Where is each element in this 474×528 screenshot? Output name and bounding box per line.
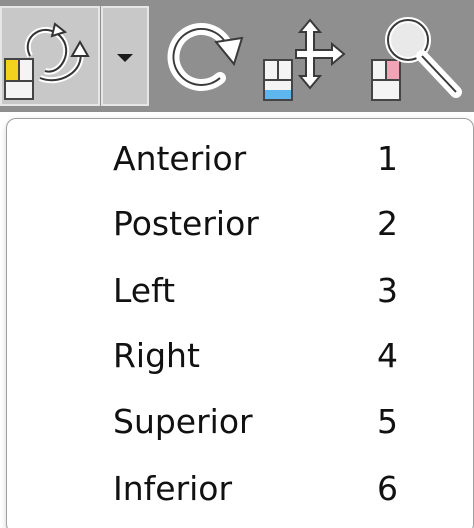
menu-item-shortcut: 6	[377, 469, 398, 508]
pan-move-icon	[263, 18, 346, 101]
menu-item-shortcut: 4	[377, 336, 398, 375]
orientation-cube-icon	[4, 22, 90, 100]
toolbar	[0, 0, 474, 112]
chevron-down-icon	[117, 54, 133, 62]
rotate-icon	[167, 23, 244, 91]
pan-button[interactable]	[258, 6, 358, 106]
menu-item-shortcut: 2	[377, 204, 398, 243]
menu-item-left[interactable]: Left 3	[7, 259, 473, 323]
menu-item-right[interactable]: Right 4	[7, 324, 473, 388]
menu-item-shortcut: 3	[377, 271, 398, 310]
menu-item-label: Inferior	[113, 469, 233, 508]
menu-item-anterior[interactable]: Anterior 1	[7, 127, 473, 191]
orientation-button[interactable]	[0, 6, 100, 106]
orientation-dropdown-button[interactable]	[100, 6, 149, 106]
menu-item-shortcut: 5	[377, 402, 398, 441]
zoom-button[interactable]	[364, 6, 468, 106]
menu-item-label: Superior	[113, 402, 253, 441]
menu-item-label: Anterior	[113, 139, 247, 178]
menu-item-posterior[interactable]: Posterior 2	[7, 192, 473, 256]
menu-item-label: Posterior	[113, 204, 259, 243]
zoom-magnifier-icon	[371, 17, 462, 101]
menu-item-shortcut: 1	[377, 139, 398, 178]
menu-item-label: Left	[113, 271, 176, 310]
menu-item-superior[interactable]: Superior 5	[7, 390, 473, 454]
menu-item-label: Right	[113, 336, 200, 375]
menu-item-inferior[interactable]: Inferior 6	[7, 457, 473, 521]
view-toolbar-with-orientation-menu: Anterior 1 Posterior 2 Left 3 Right 4 Su…	[0, 0, 474, 528]
rotate-button[interactable]	[158, 6, 250, 106]
orientation-menu: Anterior 1 Posterior 2 Left 3 Right 4 Su…	[6, 118, 474, 528]
